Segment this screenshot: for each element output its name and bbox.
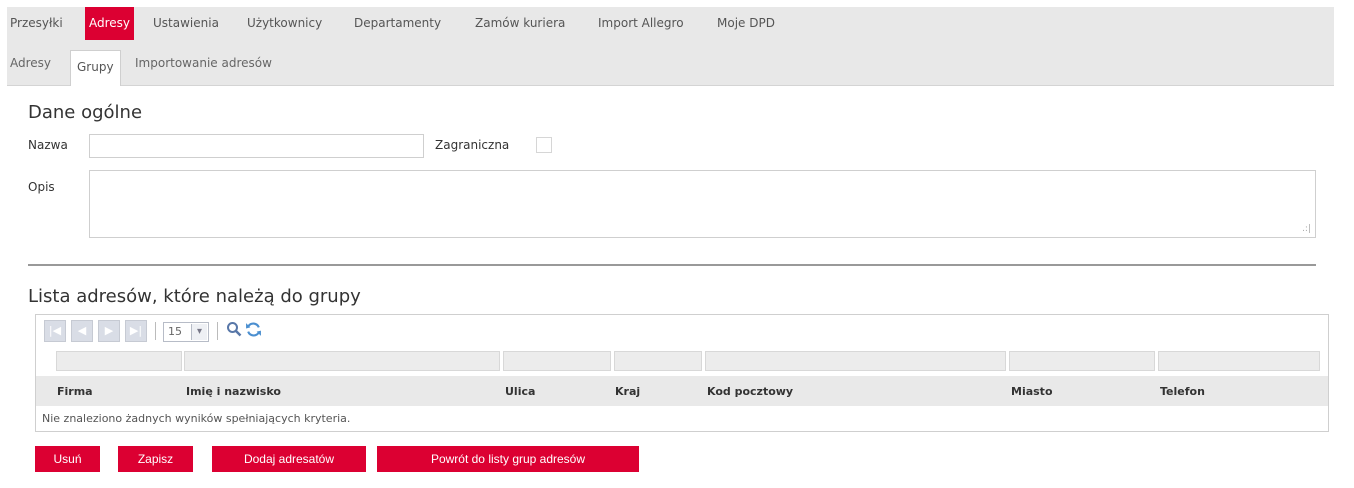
- main-content: Dane ogólne Nazwa Zagraniczna Opis .:| L…: [7, 86, 1334, 488]
- save-button[interactable]: Zapisz: [118, 446, 193, 472]
- filter-firma[interactable]: [56, 351, 182, 371]
- page-size-value: 15: [168, 325, 182, 338]
- nav-item-import-allegro[interactable]: Import Allegro: [598, 7, 684, 40]
- prev-page-icon[interactable]: ◀: [71, 320, 93, 342]
- chevron-down-icon: ▾: [191, 324, 207, 340]
- back-to-groups-button[interactable]: Powrót do listy grup adresów: [377, 446, 639, 472]
- search-icon[interactable]: [226, 321, 242, 342]
- nav-item-departamenty[interactable]: Departamenty: [354, 7, 441, 40]
- tab-adresy[interactable]: Adresy: [10, 47, 51, 86]
- page-size-select[interactable]: 15 ▾: [163, 322, 209, 342]
- foreign-label: Zagraniczna: [435, 138, 510, 152]
- column-header-kod-pocztowy[interactable]: Kod pocztowy: [707, 385, 793, 398]
- column-header-telefon[interactable]: Telefon: [1160, 385, 1205, 398]
- nav-item-adresy[interactable]: Adresy: [85, 7, 135, 40]
- filter-telefon[interactable]: [1158, 351, 1320, 371]
- address-grid: |◀ ◀ ▶ ▶| 15 ▾ Firma Imię i nazwisko Uli…: [35, 314, 1329, 432]
- tab-importowanie-adresow[interactable]: Importowanie adresów: [135, 47, 272, 86]
- resize-handle-icon[interactable]: .:|: [1302, 224, 1311, 234]
- column-header-kraj[interactable]: Kraj: [615, 385, 640, 398]
- column-header-ulica[interactable]: Ulica: [505, 385, 535, 398]
- tab-grupy[interactable]: Grupy: [70, 50, 121, 87]
- filter-miasto[interactable]: [1009, 351, 1155, 371]
- filter-kraj[interactable]: [614, 351, 702, 371]
- column-header-firma[interactable]: Firma: [57, 385, 93, 398]
- nav-item-uzytkownicy[interactable]: Użytkownicy: [247, 7, 322, 40]
- table-header-row: Firma Imię i nazwisko Ulica Kraj Kod poc…: [36, 376, 1328, 406]
- pager-separator: [155, 322, 156, 340]
- general-section-title: Dane ogólne: [28, 102, 143, 123]
- description-label: Opis: [28, 180, 55, 194]
- last-page-icon[interactable]: ▶|: [125, 320, 147, 342]
- refresh-icon[interactable]: [245, 321, 262, 343]
- column-header-imie-nazwisko[interactable]: Imię i nazwisko: [186, 385, 281, 398]
- address-list-title: Lista adresów, które należą do grupy: [28, 286, 361, 307]
- sub-navigation: Adresy Grupy Importowanie adresów: [7, 40, 1334, 87]
- name-input[interactable]: [89, 134, 424, 158]
- nav-item-zamow-kuriera[interactable]: Zamów kuriera: [475, 7, 565, 40]
- nav-item-przesylki[interactable]: Przesyłki: [10, 7, 63, 40]
- add-recipients-button[interactable]: Dodaj adresatów: [212, 446, 366, 472]
- section-divider: [28, 264, 1316, 266]
- nav-item-moje-dpd[interactable]: Moje DPD: [717, 7, 775, 40]
- filter-ulica[interactable]: [503, 351, 611, 371]
- pager-separator: [217, 322, 218, 340]
- name-label: Nazwa: [28, 138, 68, 152]
- column-header-miasto[interactable]: Miasto: [1011, 385, 1053, 398]
- first-page-icon[interactable]: |◀: [44, 320, 66, 342]
- top-navigation: Przesyłki Adresy Ustawienia Użytkownicy …: [7, 7, 1334, 40]
- foreign-checkbox[interactable]: [536, 137, 552, 153]
- filter-imie-nazwisko[interactable]: [184, 351, 500, 371]
- delete-button[interactable]: Usuń: [35, 446, 100, 472]
- next-page-icon[interactable]: ▶: [98, 320, 120, 342]
- nav-item-ustawienia[interactable]: Ustawienia: [153, 7, 219, 40]
- filter-kod-pocztowy[interactable]: [705, 351, 1006, 371]
- empty-results-message: Nie znaleziono żadnych wyników spełniają…: [42, 412, 351, 425]
- description-textarea[interactable]: .:|: [89, 170, 1316, 238]
